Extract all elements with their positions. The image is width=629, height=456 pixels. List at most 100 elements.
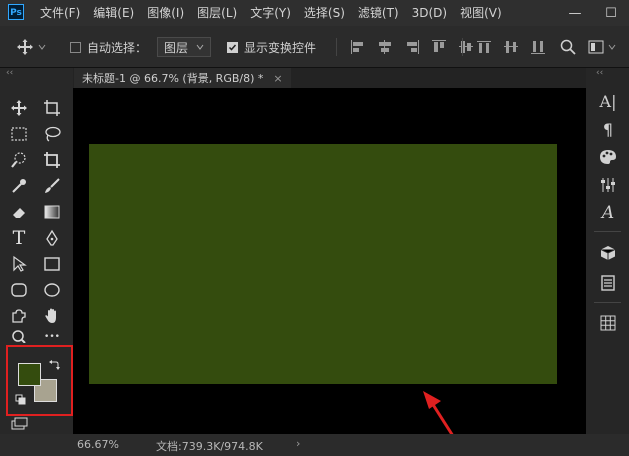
menu-type[interactable]: 文字(Y) xyxy=(250,0,291,26)
distribute-tools xyxy=(476,26,546,68)
type-tool[interactable]: T xyxy=(7,226,31,250)
ellipse-icon xyxy=(44,283,60,297)
collapse-toggle[interactable]: ‹‹ xyxy=(6,68,13,78)
auto-select-checkbox[interactable] xyxy=(70,41,81,53)
divider xyxy=(462,38,463,56)
move-icon xyxy=(11,100,27,116)
rounded-rectangle-icon xyxy=(11,283,27,297)
search-button[interactable] xyxy=(560,26,576,68)
pen-icon xyxy=(46,229,58,246)
distribute-middle-icon[interactable] xyxy=(503,39,519,55)
menu-filter[interactable]: 滤镜(T) xyxy=(358,0,399,26)
status-bar: 66.67% 文档:739.3K/974.8K › xyxy=(0,434,629,456)
menu-layer[interactable]: 图层(L) xyxy=(197,0,237,26)
gradient-icon xyxy=(44,205,60,219)
brush-tool[interactable] xyxy=(40,174,64,198)
rectangle-tool[interactable] xyxy=(40,252,64,276)
arrow-cursor-icon xyxy=(13,255,27,272)
paragraph-panel-button[interactable]: ¶ xyxy=(597,118,619,140)
menu-bar: Ps 文件(F) 编辑(E) 图像(I) 图层(L) 文字(Y) 选择(S) 滤… xyxy=(0,0,629,26)
menu-select[interactable]: 选择(S) xyxy=(304,0,345,26)
distribute-bottom-icon[interactable] xyxy=(530,39,546,55)
show-transform-label: 显示变换控件 xyxy=(244,40,317,55)
path-selection-tool[interactable] xyxy=(7,252,31,276)
glyphs-panel-button[interactable]: A xyxy=(597,202,619,224)
grid-panel-button[interactable] xyxy=(597,312,619,334)
3d-panel-button[interactable] xyxy=(597,242,619,264)
adjustments-panel-button[interactable] xyxy=(597,174,619,196)
document-size: 文档:739.3K/974.8K xyxy=(156,440,263,453)
adjustments-icon xyxy=(601,178,615,192)
close-tab-button[interactable]: × xyxy=(273,72,282,85)
zoom-level[interactable]: 66.67% xyxy=(77,438,119,451)
photoshop-logo: Ps xyxy=(8,4,24,20)
custom-shape-tool[interactable] xyxy=(7,304,31,328)
more-tools-button[interactable]: ••• xyxy=(40,330,64,344)
align-right-icon[interactable] xyxy=(404,39,420,55)
align-top-icon[interactable] xyxy=(431,39,447,55)
screen-mode-icon xyxy=(11,417,28,430)
align-left-icon[interactable] xyxy=(350,39,366,55)
show-transform-checkbox[interactable] xyxy=(227,41,238,53)
status-menu-arrow[interactable]: › xyxy=(296,437,300,450)
chevron-down-icon xyxy=(608,44,616,50)
pen-tool[interactable] xyxy=(40,226,64,250)
layers-icon xyxy=(601,275,615,291)
ellipse-tool[interactable] xyxy=(40,278,64,302)
distribute-top-icon[interactable] xyxy=(476,39,492,55)
brush-icon xyxy=(45,178,60,193)
eraser-tool[interactable] xyxy=(7,200,31,224)
document-canvas[interactable] xyxy=(89,144,557,384)
crop-tool[interactable] xyxy=(40,148,64,172)
crop-icon xyxy=(44,152,60,168)
dropdown-value: 图层 xyxy=(164,40,189,55)
layers-panel-button[interactable] xyxy=(597,272,619,294)
workspace-icon xyxy=(588,40,604,54)
minimize-button[interactable]: — xyxy=(557,0,593,26)
quick-mask-button[interactable] xyxy=(7,414,31,434)
align-middle-v-icon[interactable] xyxy=(458,39,474,55)
collapse-toggle[interactable]: ‹‹ xyxy=(596,68,603,78)
eyedropper-tool[interactable] xyxy=(7,174,31,198)
show-transform-option[interactable]: 显示变换控件 xyxy=(227,26,316,68)
cube-icon xyxy=(600,246,616,260)
document-tab[interactable]: 未标题-1 @ 66.7% (背景, RGB/8) * × xyxy=(74,68,291,88)
hand-tool[interactable] xyxy=(40,304,64,328)
quick-selection-icon xyxy=(11,152,26,168)
rounded-rectangle-tool[interactable] xyxy=(7,278,31,302)
auto-select-target-dropdown[interactable]: 图层 xyxy=(157,37,212,57)
move-icon xyxy=(17,39,33,55)
eraser-icon xyxy=(13,208,25,218)
swatches-panel-button[interactable] xyxy=(597,146,619,168)
move-tool-preset[interactable] xyxy=(16,26,46,68)
menu-3d[interactable]: 3D(D) xyxy=(412,0,447,26)
auto-select-label: 自动选择： xyxy=(87,40,148,55)
artboard-tool[interactable] xyxy=(40,96,64,120)
menu-image[interactable]: 图像(I) xyxy=(147,0,184,26)
zoom-tool[interactable] xyxy=(7,328,31,344)
maximize-button[interactable]: ☐ xyxy=(593,0,629,26)
align-center-h-icon[interactable] xyxy=(377,39,393,55)
zoom-icon xyxy=(12,330,26,343)
lasso-tool[interactable] xyxy=(40,122,64,146)
palette-icon xyxy=(600,150,616,164)
right-panel-strip: ‹‹ A| ¶ A xyxy=(586,68,629,434)
workspace-switcher[interactable] xyxy=(588,26,616,68)
menu-view[interactable]: 视图(V) xyxy=(460,0,502,26)
chevron-down-icon xyxy=(196,44,204,50)
gradient-tool[interactable] xyxy=(40,200,64,224)
move-tool[interactable] xyxy=(7,96,31,120)
search-icon xyxy=(560,39,576,55)
menu-file[interactable]: 文件(F) xyxy=(40,0,80,26)
quick-selection-tool[interactable] xyxy=(7,148,31,172)
tools-panel: ‹‹ T ••• xyxy=(0,68,73,434)
marquee-tool[interactable] xyxy=(7,122,31,146)
foreground-color[interactable] xyxy=(18,363,41,386)
rectangle-icon xyxy=(44,257,60,271)
auto-select-option[interactable]: 自动选择： xyxy=(70,26,147,68)
main-menu: 文件(F) 编辑(E) 图像(I) 图层(L) 文字(Y) 选择(S) 滤镜(T… xyxy=(40,0,515,26)
character-panel-button[interactable]: A| xyxy=(597,90,619,112)
divider xyxy=(594,231,621,232)
artboard-icon xyxy=(44,100,60,116)
menu-edit[interactable]: 编辑(E) xyxy=(93,0,134,26)
